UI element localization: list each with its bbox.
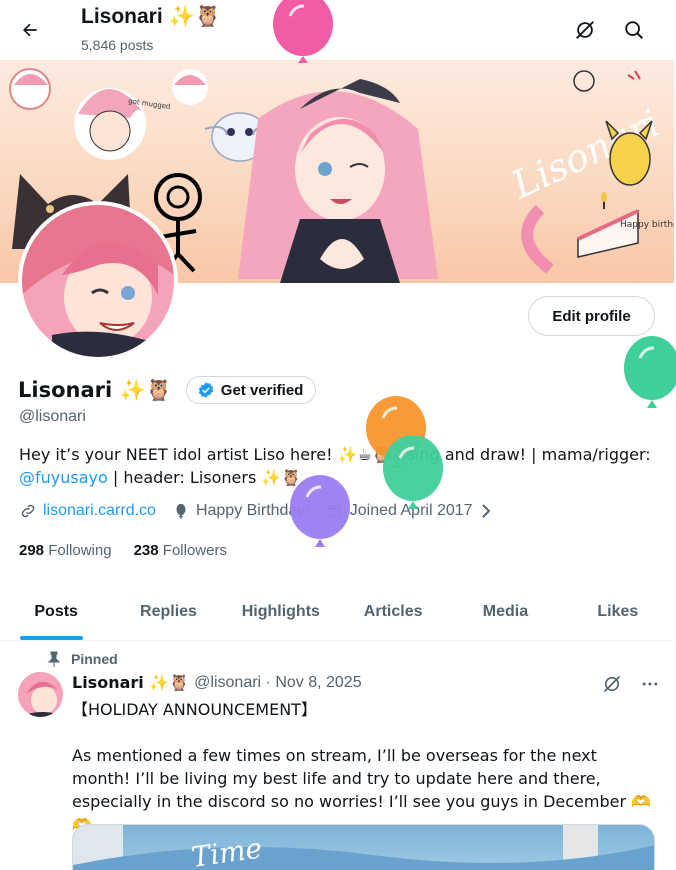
header-title: Lisonari ✨🦉	[81, 5, 221, 28]
following-label: Following	[48, 542, 112, 559]
post-text: 【HOLIDAY ANNOUNCEMENT】 As mentioned a fe…	[72, 700, 652, 834]
tab-highlights[interactable]: Highlights	[225, 584, 337, 640]
followers-link[interactable]: 238 Followers	[134, 542, 227, 559]
post-author-avatar[interactable]	[18, 672, 63, 717]
tab-likes-label: Likes	[597, 603, 639, 620]
more-options-icon[interactable]	[640, 674, 660, 694]
search-button[interactable]	[616, 12, 652, 48]
search-icon	[625, 21, 643, 39]
tab-replies[interactable]: Replies	[112, 584, 224, 640]
bio-text-2: | header: Lisoners ✨🦉	[107, 468, 302, 487]
tab-highlights-label: Highlights	[241, 603, 320, 620]
get-verified-button[interactable]: Get verified	[185, 376, 317, 404]
pin-icon	[47, 651, 61, 667]
grok-icon[interactable]	[602, 674, 622, 694]
chevron-right-icon	[481, 504, 490, 518]
tab-posts[interactable]: Posts	[0, 584, 112, 640]
post-author-name[interactable]: Lisonari ✨🦉	[72, 673, 189, 692]
arrow-left-icon	[23, 23, 37, 37]
follow-stats: 298 Following 238 Followers	[19, 542, 227, 559]
website-item: lisonari.carrd.co	[19, 502, 156, 520]
calendar-icon	[328, 505, 342, 518]
link-icon	[21, 504, 35, 518]
profile-name-row: Lisonari ✨🦉 Get verified	[18, 376, 317, 404]
bio-mention-link[interactable]: @fuyusayo	[19, 468, 108, 487]
active-tab-indicator	[20, 636, 83, 640]
pinned-label: Pinned	[71, 651, 118, 667]
post-header: Lisonari ✨🦉 @lisonari · Nov 8, 2025	[72, 673, 362, 692]
top-bar: Lisonari ✨🦉 5,846 posts	[0, 0, 676, 60]
profile-name: Lisonari ✨🦉	[18, 377, 172, 402]
pinned-indicator: Pinned	[47, 651, 118, 667]
grok-button[interactable]	[567, 12, 603, 48]
posts-count: 5,846 posts	[81, 37, 154, 53]
tab-articles[interactable]: Articles	[337, 584, 449, 640]
grok-icon	[576, 21, 594, 39]
bio-text-1: Hey it’s your NEET idol artist Liso here…	[19, 445, 651, 464]
tab-articles-label: Articles	[363, 603, 423, 620]
following-link[interactable]: 298 Following	[19, 542, 112, 559]
verified-badge-icon	[198, 382, 213, 398]
joined-text: Joined April 2017	[349, 502, 473, 519]
media-caption: Time	[189, 831, 264, 870]
website-link[interactable]: lisonari.carrd.co	[43, 502, 156, 520]
profile-handle: @lisonari	[19, 408, 86, 425]
banner-birthday-note: Happy birthday, Liso	[620, 220, 674, 230]
avatar-image	[22, 205, 174, 357]
post-media-image: Time	[73, 825, 654, 870]
tab-media[interactable]: Media	[449, 584, 561, 640]
profile-avatar[interactable]	[18, 201, 178, 361]
followers-label: Followers	[162, 542, 227, 559]
joined-item[interactable]: Joined April 2017	[326, 502, 493, 520]
tab-media-label: Media	[482, 603, 529, 620]
birthday-text: Happy Birthday!	[195, 502, 310, 519]
tab-posts-label: Posts	[34, 603, 78, 620]
post-media[interactable]: Time	[72, 824, 655, 870]
profile-bio: Hey it’s your NEET idol artist Liso here…	[19, 443, 659, 489]
followers-count: 238	[133, 542, 159, 559]
balloon-icon	[176, 503, 186, 519]
tab-likes[interactable]: Likes	[562, 584, 674, 640]
edit-profile-button[interactable]: Edit profile	[528, 296, 655, 336]
post-meta[interactable]: @lisonari · Nov 8, 2025	[194, 674, 361, 692]
get-verified-label: Get verified	[220, 381, 304, 399]
following-count: 298	[19, 542, 45, 559]
birthday-item: Happy Birthday!	[172, 502, 310, 520]
profile-meta: lisonari.carrd.co Happy Birthday! Joined…	[19, 502, 509, 520]
post-actions	[602, 674, 660, 694]
back-button[interactable]	[12, 12, 48, 48]
tab-replies-label: Replies	[140, 603, 197, 620]
post-avatar-image	[18, 672, 63, 717]
balloon-teal-right	[624, 336, 676, 408]
profile-tabs: Posts Replies Highlights Articles Media …	[0, 584, 674, 641]
